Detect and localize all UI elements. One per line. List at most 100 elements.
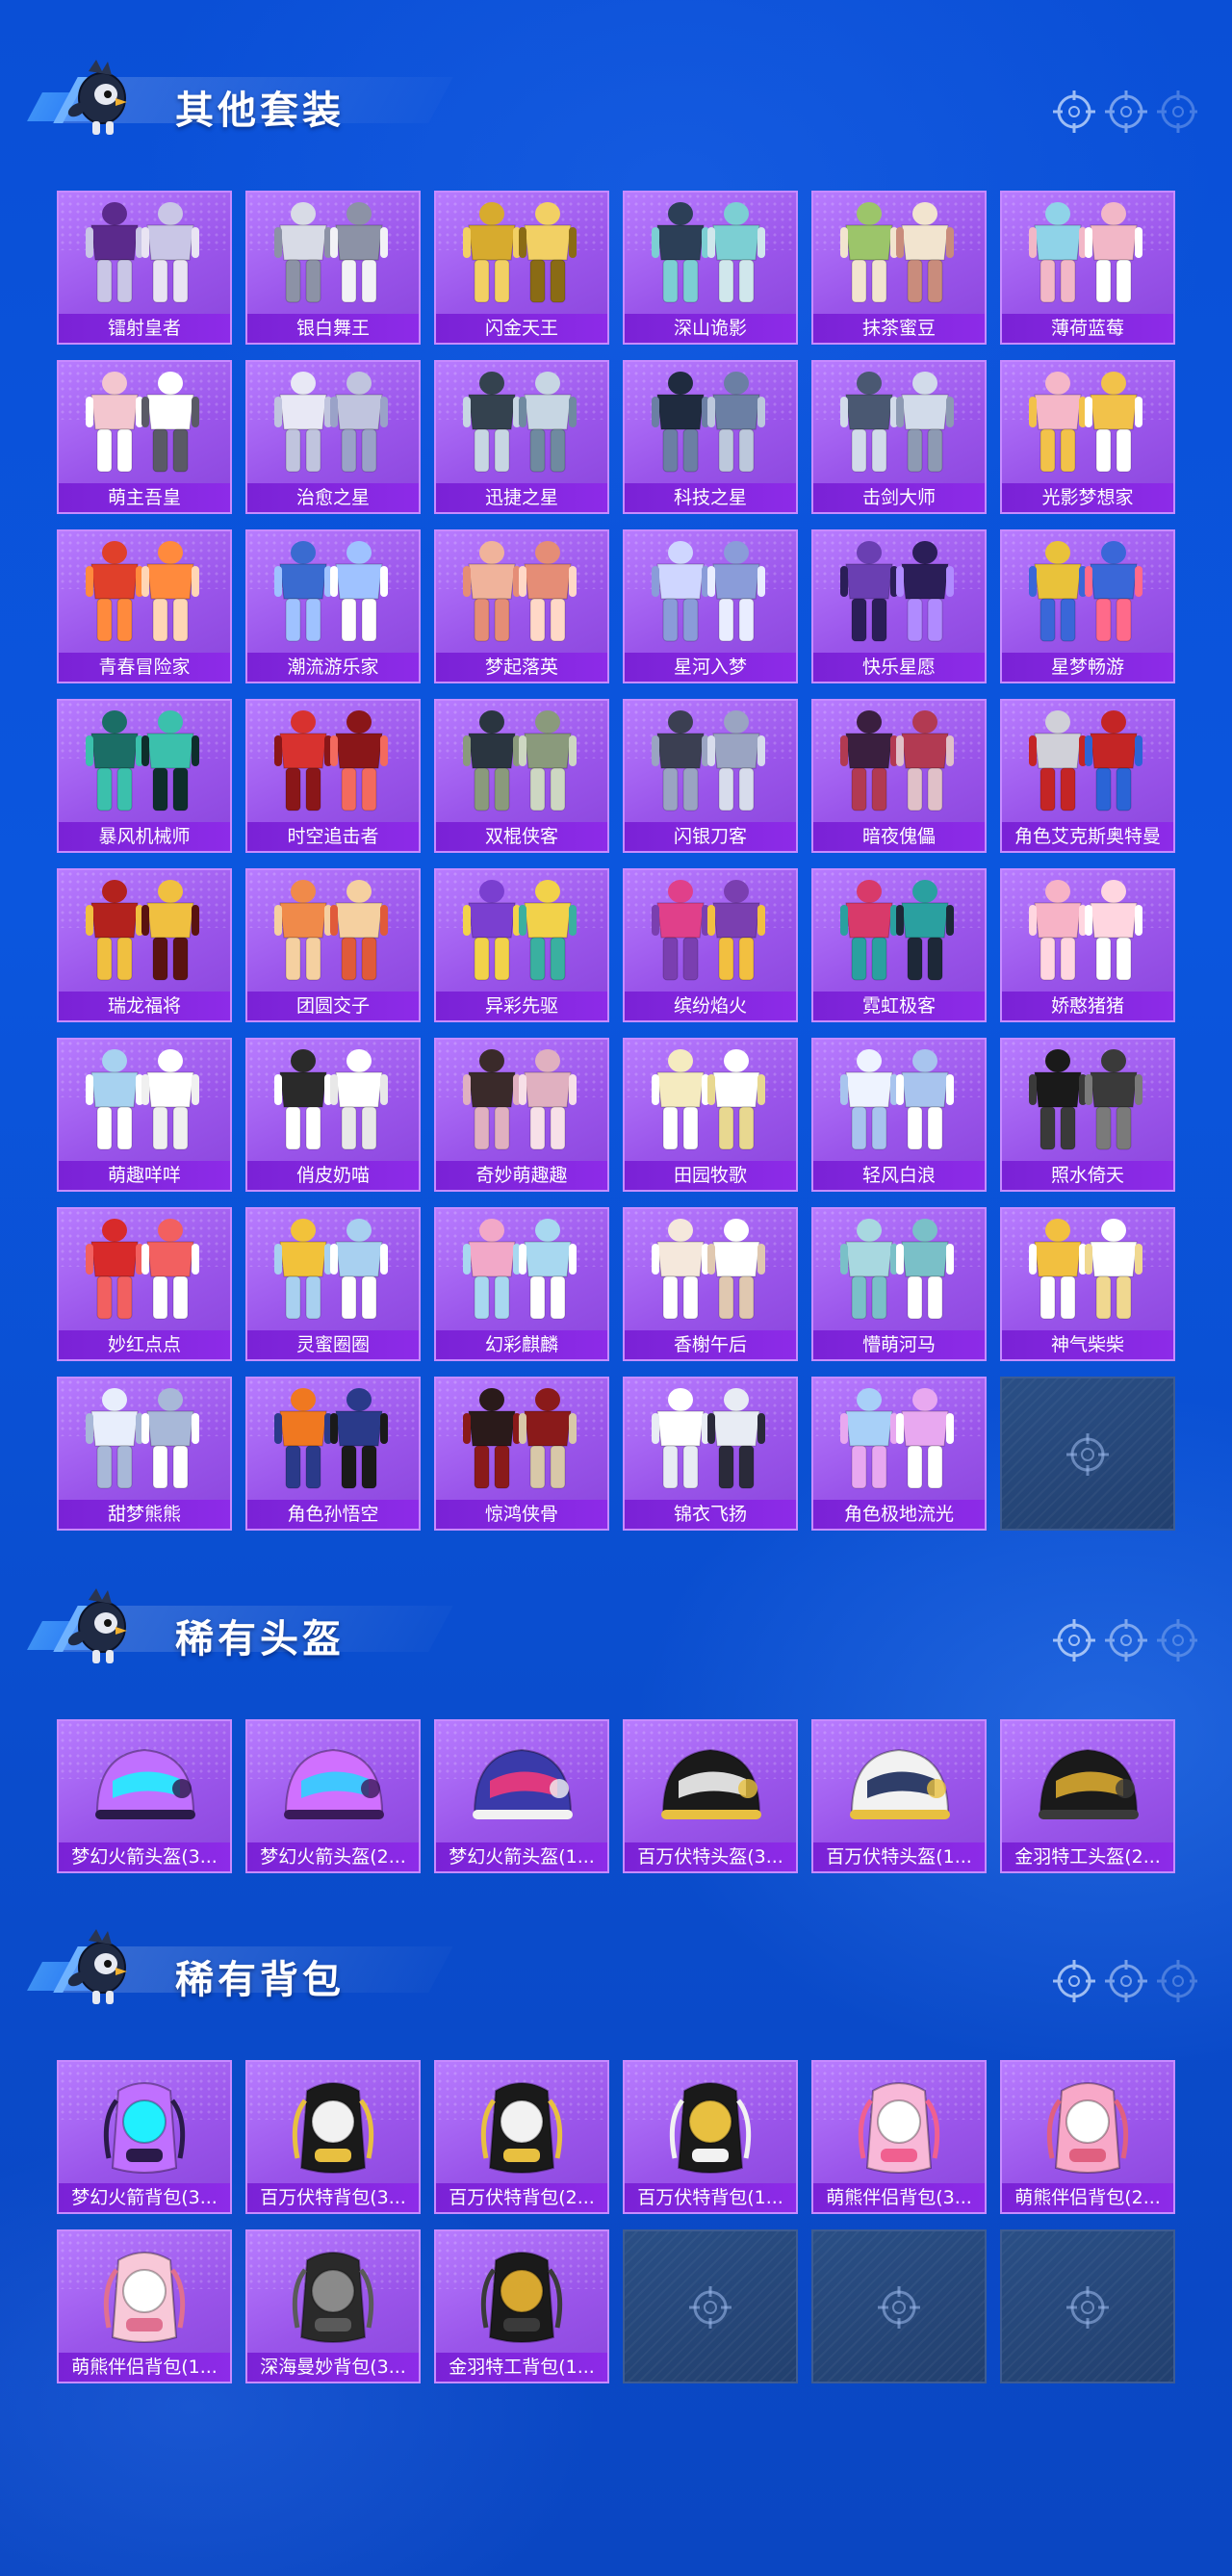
item-card[interactable]: 深山诡影 xyxy=(623,191,798,345)
item-name-label: 团圆交子 xyxy=(247,992,419,1020)
item-name-label: 迅捷之星 xyxy=(436,483,607,512)
item-card[interactable]: 暗夜傀儡 xyxy=(811,699,987,853)
item-card[interactable]: 镭射皇者 xyxy=(57,191,232,345)
item-card[interactable]: 快乐星愿 xyxy=(811,529,987,683)
outfit-figure-icon xyxy=(274,1049,388,1150)
item-card[interactable]: 光影梦想家 xyxy=(1000,360,1175,514)
item-card[interactable]: 娇憨猪猪 xyxy=(1000,868,1175,1022)
outfit-figure-icon xyxy=(274,372,388,473)
outfit-figure-icon xyxy=(86,202,199,303)
item-card[interactable]: 妙红点点 xyxy=(57,1207,232,1361)
item-card[interactable]: 闪银刀客 xyxy=(623,699,798,853)
outfit-figure-icon xyxy=(652,202,765,303)
item-name-label: 治愈之星 xyxy=(247,483,419,512)
item-card[interactable]: 潮流游乐家 xyxy=(245,529,421,683)
outfit-figure-icon xyxy=(652,1049,765,1150)
item-card[interactable]: 梦幻火箭头盔(2... xyxy=(245,1719,421,1873)
item-card[interactable]: 缤纷焰火 xyxy=(623,868,798,1022)
item-card[interactable]: 青春冒险家 xyxy=(57,529,232,683)
item-card[interactable]: 灵蜜圈圈 xyxy=(245,1207,421,1361)
item-card[interactable]: 团圆交子 xyxy=(245,868,421,1022)
item-card[interactable]: 俏皮奶喵 xyxy=(245,1038,421,1192)
item-card[interactable]: 萌主吾皇 xyxy=(57,360,232,514)
item-card[interactable]: 百万伏特头盔(3... xyxy=(623,1719,798,1873)
item-card[interactable]: 锦衣飞扬 xyxy=(623,1377,798,1531)
item-card[interactable]: 萌熊伴侣背包(3... xyxy=(811,2060,987,2214)
item-card[interactable]: 惊鸿侠骨 xyxy=(434,1377,609,1531)
outfit-figure-icon xyxy=(86,880,199,981)
outfit-figure-icon xyxy=(86,710,199,811)
item-card[interactable]: 角色孙悟空 xyxy=(245,1377,421,1531)
item-card[interactable]: 角色极地流光 xyxy=(811,1377,987,1531)
item-name-label: 萌主吾皇 xyxy=(59,483,230,512)
chicken-mascot-icon xyxy=(67,1588,127,1663)
item-name-label: 百万伏特背包(3... xyxy=(247,2183,419,2212)
outfit-figure-icon xyxy=(652,710,765,811)
item-card[interactable]: 百万伏特头盔(1... xyxy=(811,1719,987,1873)
outfit-figure-icon xyxy=(463,541,577,642)
item-card[interactable]: 轻风白浪 xyxy=(811,1038,987,1192)
item-card[interactable]: 百万伏特背包(3... xyxy=(245,2060,421,2214)
item-card[interactable]: 萌熊伴侣背包(2... xyxy=(1000,2060,1175,2214)
outfit-figure-icon xyxy=(840,880,954,981)
item-card[interactable]: 香榭午后 xyxy=(623,1207,798,1361)
item-card[interactable]: 银白舞王 xyxy=(245,191,421,345)
item-name-label: 抹茶蜜豆 xyxy=(813,314,985,343)
item-card[interactable]: 霓虹极客 xyxy=(811,868,987,1022)
item-card[interactable]: 梦幻火箭背包(3... xyxy=(57,2060,232,2214)
item-name-label: 双棍侠客 xyxy=(436,822,607,851)
item-card[interactable]: 星梦畅游 xyxy=(1000,529,1175,683)
outfit-figure-icon xyxy=(840,202,954,303)
item-card[interactable]: 奇妙萌趣趣 xyxy=(434,1038,609,1192)
helmet-icon xyxy=(473,1748,573,1819)
item-name-label: 懵萌河马 xyxy=(813,1330,985,1359)
item-card[interactable]: 瑞龙福将 xyxy=(57,868,232,1022)
item-card[interactable]: 击剑大师 xyxy=(811,360,987,514)
item-card[interactable]: 萌趣咩咩 xyxy=(57,1038,232,1192)
item-card[interactable]: 双棍侠客 xyxy=(434,699,609,853)
outfit-figure-icon xyxy=(274,710,388,811)
item-name-label: 田园牧歌 xyxy=(625,1161,796,1190)
item-card[interactable]: 闪金天王 xyxy=(434,191,609,345)
outfit-figure-icon xyxy=(463,880,577,981)
target-crosshair-icon xyxy=(878,2286,920,2329)
item-card[interactable]: 梦起落英 xyxy=(434,529,609,683)
item-card[interactable]: 深海曼妙背包(3... xyxy=(245,2229,421,2383)
item-card[interactable]: 异彩先驱 xyxy=(434,868,609,1022)
item-card[interactable]: 金羽特工头盔(2... xyxy=(1000,1719,1175,1873)
item-card[interactable]: 甜梦熊熊 xyxy=(57,1377,232,1531)
item-card[interactable]: 暴风机械师 xyxy=(57,699,232,853)
backpack-icon xyxy=(858,2082,940,2174)
item-name-label: 击剑大师 xyxy=(813,483,985,512)
item-card[interactable]: 科技之星 xyxy=(623,360,798,514)
item-card[interactable]: 百万伏特背包(2... xyxy=(434,2060,609,2214)
item-card[interactable]: 时空追击者 xyxy=(245,699,421,853)
item-name-label: 科技之星 xyxy=(625,483,796,512)
backpack-icon xyxy=(103,2252,186,2343)
item-card[interactable]: 星河入梦 xyxy=(623,529,798,683)
outfit-figure-icon xyxy=(463,710,577,811)
item-card[interactable]: 懵萌河马 xyxy=(811,1207,987,1361)
item-name-label: 惊鸿侠骨 xyxy=(436,1500,607,1529)
item-card[interactable]: 薄荷蓝莓 xyxy=(1000,191,1175,345)
item-card[interactable]: 百万伏特背包(1... xyxy=(623,2060,798,2214)
item-name-label: 俏皮奶喵 xyxy=(247,1161,419,1190)
item-card[interactable]: 幻彩麒麟 xyxy=(434,1207,609,1361)
item-name-label: 光影梦想家 xyxy=(1002,483,1173,512)
item-card[interactable]: 萌熊伴侣背包(1... xyxy=(57,2229,232,2383)
item-name-label: 金羽特工背包(1... xyxy=(436,2353,607,2382)
item-card[interactable]: 抹茶蜜豆 xyxy=(811,191,987,345)
item-name-label: 百万伏特头盔(1... xyxy=(813,1842,985,1871)
item-card[interactable]: 梦幻火箭头盔(3... xyxy=(57,1719,232,1873)
item-card[interactable]: 金羽特工背包(1... xyxy=(434,2229,609,2383)
item-card[interactable]: 梦幻火箭头盔(1... xyxy=(434,1719,609,1873)
item-card[interactable]: 神气柴柴 xyxy=(1000,1207,1175,1361)
item-card[interactable]: 照水倚天 xyxy=(1000,1038,1175,1192)
item-name-label: 梦起落英 xyxy=(436,653,607,682)
item-card[interactable]: 角色艾克斯奥特曼 xyxy=(1000,699,1175,853)
item-name-label: 霓虹极客 xyxy=(813,992,985,1020)
item-card[interactable]: 田园牧歌 xyxy=(623,1038,798,1192)
item-card[interactable]: 迅捷之星 xyxy=(434,360,609,514)
item-card[interactable]: 治愈之星 xyxy=(245,360,421,514)
helmet-icon xyxy=(95,1748,195,1819)
